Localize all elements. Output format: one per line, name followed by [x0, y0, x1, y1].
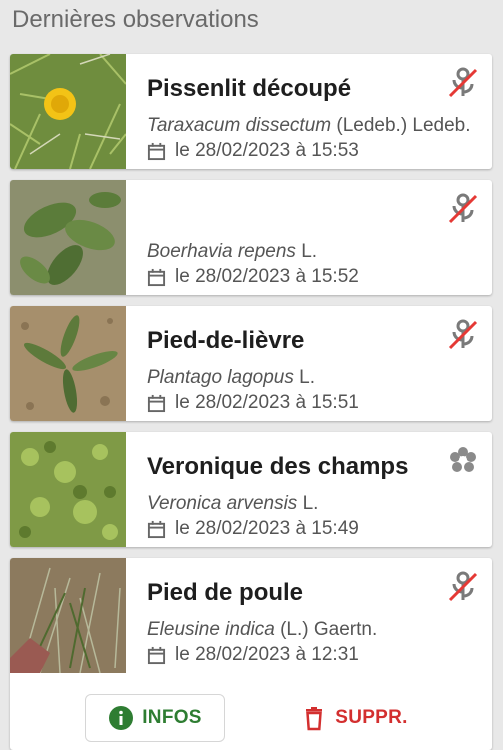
flower-gear-icon[interactable]: [446, 444, 480, 478]
plant-crossed-icon[interactable]: [446, 192, 480, 226]
observation-card[interactable]: Pied de poule Eleusine indica (L.) Gaert…: [10, 558, 492, 750]
plant-crossed-icon[interactable]: [446, 318, 480, 352]
infos-button[interactable]: INFOS: [85, 694, 225, 742]
observation-thumbnail[interactable]: [10, 306, 126, 421]
observation-card[interactable]: Boerhavia repens L. le 28/02/2023 à 15:5…: [10, 180, 492, 295]
observation-thumbnail[interactable]: [10, 432, 126, 547]
observation-card[interactable]: Veronique des champs Veronica arvensis L…: [10, 432, 492, 547]
scientific-name: Boerhavia repens L.: [147, 241, 318, 262]
observation-date: le 28/02/2023 à 15:49: [147, 517, 359, 541]
card-actions: INFOS SUPPR.: [10, 688, 492, 742]
calendar-icon: [147, 520, 166, 539]
common-name: Pied-de-lièvre: [147, 327, 305, 354]
observation-thumbnail[interactable]: [10, 54, 126, 169]
scientific-name: Plantago lagopus L.: [147, 367, 315, 388]
delete-button-label: SUPPR.: [335, 707, 408, 728]
common-name: Pied de poule: [147, 579, 304, 606]
calendar-icon: [147, 646, 166, 665]
observation-date: le 28/02/2023 à 15:52: [147, 265, 359, 289]
observation-date: le 28/02/2023 à 12:31: [147, 643, 359, 667]
scientific-name: Eleusine indica (L.) Gaertn.: [147, 619, 378, 640]
plant-crossed-icon[interactable]: [446, 570, 480, 604]
calendar-icon: [147, 268, 166, 287]
delete-button[interactable]: SUPPR.: [292, 694, 417, 742]
infos-button-label: INFOS: [142, 707, 202, 728]
scientific-name: Taraxacum dissectum (Ledeb.) Ledeb.: [147, 115, 471, 136]
observation-card[interactable]: Pied-de-lièvre Plantago lagopus L. le 28…: [10, 306, 492, 421]
plant-crossed-icon[interactable]: [446, 66, 480, 100]
scientific-name: Veronica arvensis L.: [147, 493, 319, 514]
observation-thumbnail[interactable]: [10, 558, 126, 673]
observation-thumbnail[interactable]: [10, 180, 126, 295]
observation-date: le 28/02/2023 à 15:51: [147, 391, 359, 415]
section-title: Dernières observations: [12, 6, 259, 33]
calendar-icon: [147, 394, 166, 413]
trash-icon: [301, 705, 327, 731]
calendar-icon: [147, 142, 166, 161]
observation-date: le 28/02/2023 à 15:53: [147, 139, 359, 163]
common-name: Veronique des champs: [147, 453, 409, 480]
common-name: Pissenlit découpé: [147, 75, 352, 102]
observation-card[interactable]: Pissenlit découpé Taraxacum dissectum (L…: [10, 54, 492, 169]
info-icon: [108, 705, 134, 731]
